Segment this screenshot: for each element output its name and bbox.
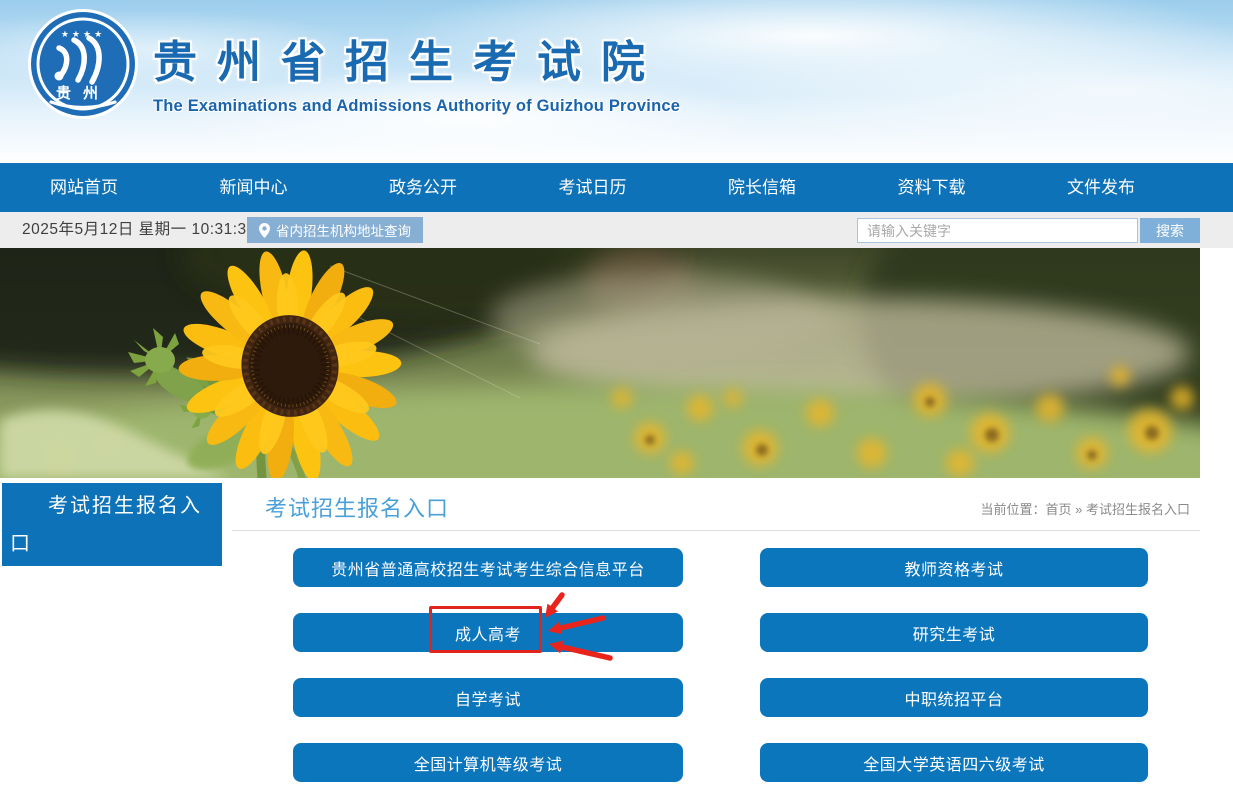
entry-button-gaokao-platform[interactable]: 贵州省普通高校招生考试考生综合信息平台 [293, 548, 683, 587]
site-titles: 贵州省招生考试院 The Examinations and Admissions… [153, 26, 680, 116]
entry-buttons-grid: 贵州省普通高校招生考试考生综合信息平台 教师资格考试 成人高考 研究生考试 自学… [293, 548, 1148, 782]
logo-text: 贵州 [56, 84, 110, 102]
search-input[interactable] [857, 218, 1138, 243]
site-logo[interactable]: ★★★★ 贵州 [26, 7, 140, 121]
entry-button-vocational-platform[interactable]: 中职统招平台 [760, 678, 1148, 717]
datetime-text: 2025年5月12日 星期一 10:31:31 [22, 212, 256, 248]
logo-stars: ★★★★ [61, 29, 105, 39]
section-divider [232, 530, 1200, 531]
page-title: 考试招生报名入口 [265, 491, 449, 523]
entry-button-postgraduate[interactable]: 研究生考试 [760, 613, 1148, 652]
entry-button-computer-rank[interactable]: 全国计算机等级考试 [293, 743, 683, 782]
breadcrumb-home-link[interactable]: 首页 [1045, 502, 1071, 517]
sidebar-item-registration-entry[interactable]: 考试招生报名入口 [2, 483, 222, 566]
breadcrumb: 当前位置：首页 » 考试招生报名入口 [980, 499, 1190, 518]
info-bar: 2025年5月12日 星期一 10:31:31 省内招生机构地址查询 搜索 [0, 212, 1233, 248]
main-nav: 网站首页 新闻中心 政务公开 考试日历 院长信箱 资料下载 文件发布 [0, 163, 1233, 212]
entry-button-adult-gaokao[interactable]: 成人高考 [293, 613, 683, 652]
breadcrumb-prefix: 当前位置： [980, 502, 1045, 517]
breadcrumb-current: 考试招生报名入口 [1086, 502, 1190, 517]
nav-item-exam-calendar[interactable]: 考试日历 [559, 163, 627, 212]
sunflower-scene [0, 248, 1200, 478]
page: ★★★★ 贵州 贵州省招生考试院 The Examinations and Ad… [0, 0, 1233, 791]
nav-item-dean-mailbox[interactable]: 院长信箱 [728, 163, 796, 212]
nav-item-home[interactable]: 网站首页 [50, 163, 118, 212]
entry-button-cet[interactable]: 全国大学英语四六级考试 [760, 743, 1148, 782]
site-subtitle: The Examinations and Admissions Authorit… [153, 97, 680, 116]
nav-item-downloads[interactable]: 资料下载 [898, 163, 966, 212]
guizhou-logo-icon: ★★★★ 贵州 [26, 7, 140, 121]
site-title: 贵州省招生考试院 [153, 26, 680, 90]
nav-item-gov-affairs[interactable]: 政务公开 [389, 163, 457, 212]
location-pin-icon [259, 223, 270, 238]
entry-button-teacher-qualification[interactable]: 教师资格考试 [760, 548, 1148, 587]
search-button[interactable]: 搜索 [1140, 218, 1200, 243]
nav-item-documents[interactable]: 文件发布 [1067, 163, 1135, 212]
breadcrumb-separator: » [1075, 502, 1082, 517]
banner-sunflower-image [0, 248, 1200, 478]
site-header: ★★★★ 贵州 贵州省招生考试院 The Examinations and Ad… [0, 0, 1233, 163]
entry-button-self-study[interactable]: 自学考试 [293, 678, 683, 717]
address-query-button[interactable]: 省内招生机构地址查询 [247, 217, 423, 243]
address-query-label: 省内招生机构地址查询 [276, 220, 411, 240]
nav-item-news[interactable]: 新闻中心 [220, 163, 288, 212]
